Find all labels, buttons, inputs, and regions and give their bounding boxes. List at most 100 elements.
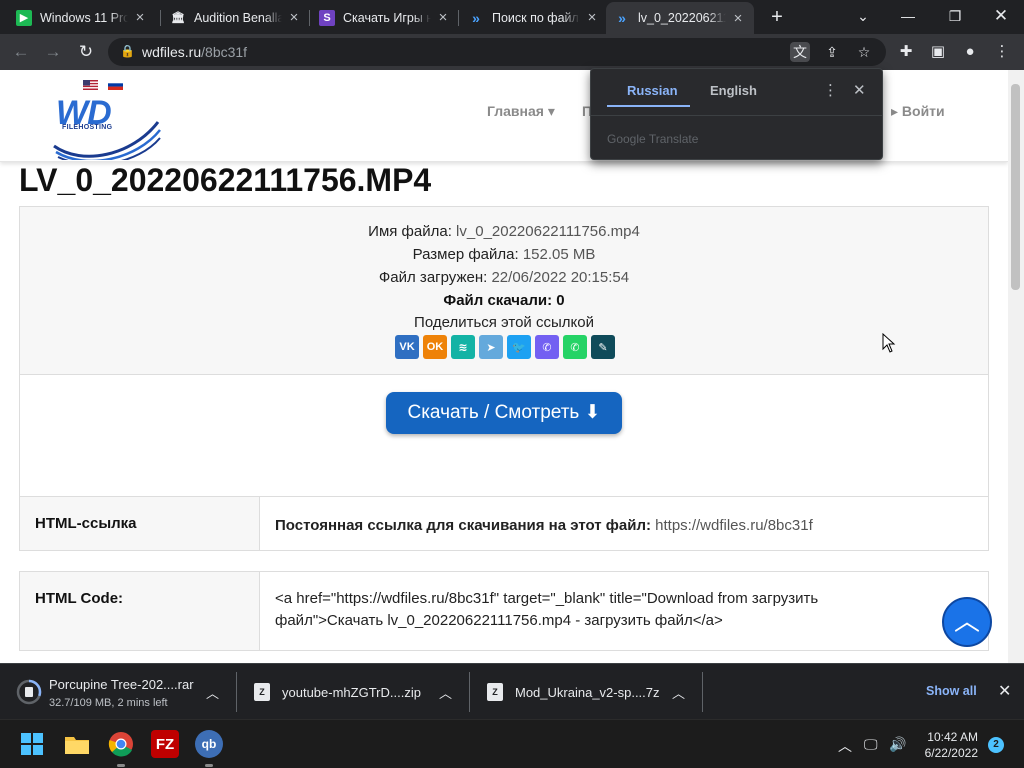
back-icon[interactable]: ← [9, 40, 33, 64]
share-icon[interactable]: ⇪ [822, 42, 842, 62]
file-info-panel: Имя файла: lv_0_20220622111756.mp4 Разме… [19, 206, 989, 520]
side-panel-icon[interactable]: ▣ [926, 40, 950, 64]
tab-title: Поиск по файлам [492, 10, 580, 25]
download-item[interactable]: Z Mod_Ukraina_v2-sp....7z ︿ [470, 664, 702, 720]
restore-icon[interactable]: ❐ [937, 4, 973, 28]
livejournal-icon[interactable]: ≋ [451, 335, 475, 359]
chevron-up-icon[interactable]: ︿ [672, 683, 685, 702]
chevron-site-icon: » [472, 9, 480, 26]
more-options-icon[interactable]: ⋮ [823, 81, 838, 99]
tab-title: Скачать Игры на [343, 10, 431, 25]
clock-time: 10:42 AM [927, 730, 978, 744]
tab-search-icon[interactable]: ⌄ [845, 4, 881, 28]
new-tab-button[interactable]: + [766, 6, 788, 28]
page-title: LV_0_20220622111756.MP4 [19, 162, 432, 198]
html-link-row: HTML-ссылка Постоянная ссылка для скачив… [19, 496, 989, 551]
download-progress-icon [16, 679, 42, 705]
network-icon[interactable]: 🖵 [864, 736, 878, 753]
scroll-to-top-button[interactable]: ︿ [942, 597, 992, 647]
volume-icon[interactable]: 🔊 [889, 736, 906, 753]
forward-icon[interactable]: → [41, 40, 65, 64]
file-size-line: Размер файла: 152.05 MB [412, 246, 596, 263]
profile-icon[interactable]: ● [958, 40, 982, 64]
html-code-value[interactable]: <a href="https://wdfiles.ru/8bc31f" targ… [275, 572, 868, 632]
address-bar[interactable]: 🔒 wdfiles.ru/8bc31f 文 ⇪ ☆ [108, 38, 886, 66]
chevron-up-icon[interactable]: ︿ [439, 683, 452, 702]
download-item[interactable]: Porcupine Tree-202....rar 32.7/109 MB, 2… [0, 664, 236, 720]
windows-start-icon[interactable] [21, 733, 43, 755]
browser-tab[interactable]: ▶ Windows 11 Pro × [8, 3, 156, 32]
close-icon[interactable]: ✕ [853, 81, 866, 99]
close-icon[interactable]: × [435, 9, 451, 26]
url-text: wdfiles.ru/8bc31f [142, 44, 248, 60]
show-all-link[interactable]: Show all [926, 684, 977, 698]
system-clock[interactable]: 10:42 AM 6/22/2022 [920, 729, 978, 761]
permalink-label: Постоянная ссылка для скачивания на этот… [275, 517, 656, 534]
browser-tab-active[interactable]: » lv_0_20220621117 × [606, 2, 754, 34]
chevron-up-icon[interactable]: ︿ [206, 683, 219, 702]
close-icon[interactable]: × [730, 10, 746, 27]
translate-popup: Russian English ⋮ ✕ Google Translate [590, 68, 883, 160]
nav-home[interactable]: Главная ▾ [487, 103, 555, 120]
google-translate-brand: Google Translate [607, 132, 699, 146]
download-filename: Mod_Ukraina_v2-sp....7z [515, 685, 660, 700]
reload-icon[interactable]: ↻ [74, 40, 98, 64]
archive-file-icon: Z [487, 683, 503, 701]
us-flag-icon[interactable] [83, 80, 98, 90]
share-label: Поделиться этой ссылкой [414, 314, 594, 331]
download-filename: Porcupine Tree-202....rar [49, 677, 194, 692]
download-status: 32.7/109 MB, 2 mins left [49, 697, 168, 709]
translate-tab-russian[interactable]: Russian [627, 83, 678, 98]
download-count: Файл скачали: 0 [443, 292, 565, 309]
translate-tab-english[interactable]: English [710, 83, 757, 98]
generic-site-icon: ▶ [16, 9, 32, 26]
bookmark-star-icon[interactable]: ☆ [854, 42, 874, 62]
minimize-icon[interactable]: — [890, 4, 926, 28]
russia-flag-icon[interactable] [108, 80, 123, 90]
download-watch-button[interactable]: Скачать / Смотреть ⬇ [386, 392, 622, 434]
scrollbar-thumb[interactable] [1011, 84, 1020, 290]
translate-icon[interactable]: 文 [790, 42, 810, 62]
file-explorer-icon[interactable] [63, 730, 91, 758]
permalink-value[interactable]: https://wdfiles.ru/8bc31f [655, 517, 813, 534]
notification-badge[interactable]: 2 [988, 737, 1004, 753]
html-link-label: HTML-ссылка [20, 497, 260, 550]
lock-icon: 🔒 [120, 44, 135, 58]
viber-icon[interactable]: ✆ [535, 335, 559, 359]
chevron-up-icon[interactable]: ︿ [838, 736, 852, 756]
close-icon[interactable]: ✕ [998, 681, 1011, 701]
file-name-line: Имя файла: lv_0_20220622111756.mp4 [368, 223, 640, 240]
tab-strip: ▶ Windows 11 Pro × 🏛 Audition Benalla × … [0, 0, 1024, 34]
share-buttons: VK OK ≋ ➤ 🐦 ✆ ✆ ✎ [395, 335, 615, 359]
tab-title: lv_0_20220621117 [638, 11, 726, 25]
livejournal-pen-icon[interactable]: ✎ [591, 335, 615, 359]
qbittorrent-icon[interactable]: qb [195, 730, 223, 758]
mouse-cursor-icon [882, 333, 896, 353]
nav-login[interactable]: ▸ Войти [891, 103, 945, 120]
browser-tab[interactable]: S Скачать Игры на × [311, 3, 459, 32]
twitter-icon[interactable]: 🐦 [507, 335, 531, 359]
download-item[interactable]: Z youtube-mhZGTrD....zip ︿ [237, 664, 469, 720]
permalink-cell: Постоянная ссылка для скачивания на этот… [275, 497, 973, 537]
whatsapp-icon[interactable]: ✆ [563, 335, 587, 359]
close-window-icon[interactable]: ✕ [983, 4, 1019, 28]
menu-icon[interactable]: ⋮ [990, 40, 1014, 64]
vk-icon[interactable]: VK [395, 335, 419, 359]
browser-tab[interactable]: » Поиск по файлам × [460, 3, 608, 32]
file-info-details: Имя файла: lv_0_20220622111756.mp4 Разме… [20, 207, 988, 375]
chrome-icon[interactable] [107, 730, 135, 758]
close-icon[interactable]: × [584, 9, 600, 26]
extensions-icon[interactable]: ✚ [894, 40, 918, 64]
windows-taskbar: FZ qb ︿ 🖵 🔊 10:42 AM 6/22/2022 2 [0, 719, 1024, 768]
close-icon[interactable]: × [132, 9, 148, 26]
close-icon[interactable]: × [286, 9, 302, 26]
archive-file-icon: Z [254, 683, 270, 701]
tab-title: Windows 11 Pro [40, 10, 128, 25]
chevron-site-icon: » [618, 10, 626, 26]
html-code-row: HTML Code: <a href="https://wdfiles.ru/8… [19, 571, 989, 651]
odnoklassniki-icon[interactable]: OK [423, 335, 447, 359]
logo-swoosh-icon [53, 121, 161, 160]
filezilla-icon[interactable]: FZ [151, 730, 179, 758]
browser-tab[interactable]: 🏛 Audition Benalla × [162, 3, 310, 32]
telegram-icon[interactable]: ➤ [479, 335, 503, 359]
